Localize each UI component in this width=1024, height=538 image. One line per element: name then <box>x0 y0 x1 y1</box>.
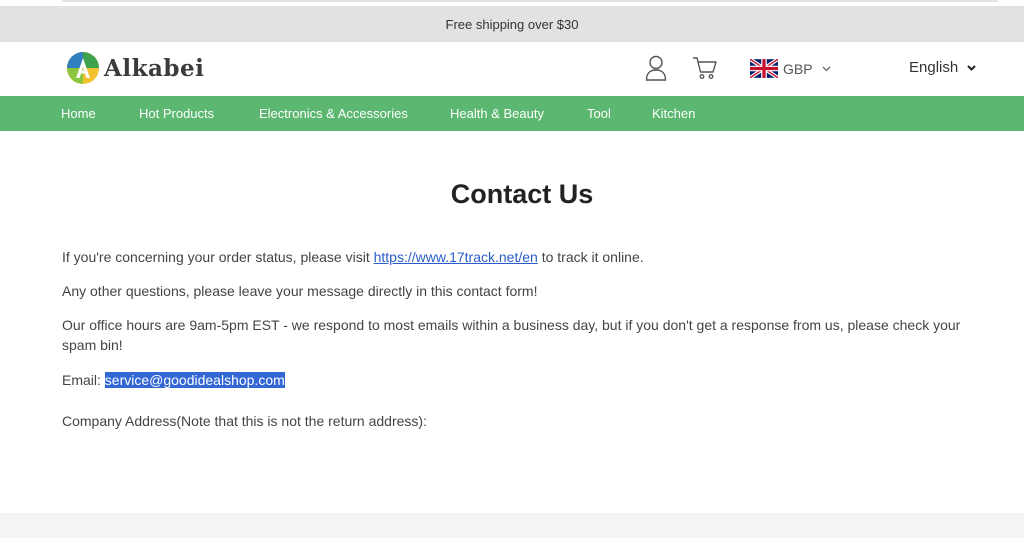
logo[interactable]: Alkabei <box>66 51 204 85</box>
top-divider <box>62 0 998 2</box>
user-icon[interactable] <box>645 55 667 81</box>
logo-mark-icon <box>67 52 99 84</box>
tracking-link[interactable]: https://www.17track.net/en <box>374 249 538 265</box>
order-status-suffix: to track it online. <box>541 249 644 265</box>
main-nav: Home Hot Products Electronics & Accessor… <box>0 96 1024 131</box>
currency-selector[interactable]: GBP <box>750 59 831 78</box>
logo-text: Alkabei <box>104 54 205 82</box>
announcement-text: Free shipping over $30 <box>445 16 579 32</box>
company-address-text: Company Address(Note that this is not th… <box>62 413 427 429</box>
order-status-text: If you're concerning your order status, … <box>62 247 644 267</box>
nav-item-health-beauty[interactable]: Health & Beauty <box>450 106 544 121</box>
language-selector[interactable]: English <box>909 59 976 76</box>
contact-content: Contact Us If you're concerning your ord… <box>0 131 1024 513</box>
site-header: Alkabei GBP English <box>0 42 1024 96</box>
office-hours-text: Our office hours are 9am-5pm EST - we re… <box>62 317 961 353</box>
other-questions-text: Any other questions, please leave your m… <box>62 283 538 299</box>
nav-item-tool[interactable]: Tool <box>587 106 611 121</box>
cart-icon[interactable] <box>692 56 718 80</box>
nav-item-home[interactable]: Home <box>61 106 96 121</box>
language-label: English <box>909 59 959 76</box>
nav-item-hot-products[interactable]: Hot Products <box>139 106 214 121</box>
order-status-prefix: If you're concerning your order status, … <box>62 249 374 265</box>
page-title: Contact Us <box>450 179 594 209</box>
email-value[interactable]: service@goodidealshop.com <box>104 372 285 388</box>
nav-item-kitchen[interactable]: Kitchen <box>652 106 695 121</box>
announcement-bar: Free shipping over $30 <box>0 6 1024 42</box>
footer-strip <box>0 513 1024 538</box>
chevron-down-icon <box>967 64 976 71</box>
currency-label: GBP <box>783 60 813 77</box>
email-label: Email: <box>62 372 105 388</box>
uk-flag-icon <box>750 59 778 78</box>
nav-item-electronics-accessories[interactable]: Electronics & Accessories <box>259 106 408 121</box>
email-line: Email: service@goodidealshop.com <box>62 370 285 390</box>
chevron-down-icon <box>822 66 831 71</box>
